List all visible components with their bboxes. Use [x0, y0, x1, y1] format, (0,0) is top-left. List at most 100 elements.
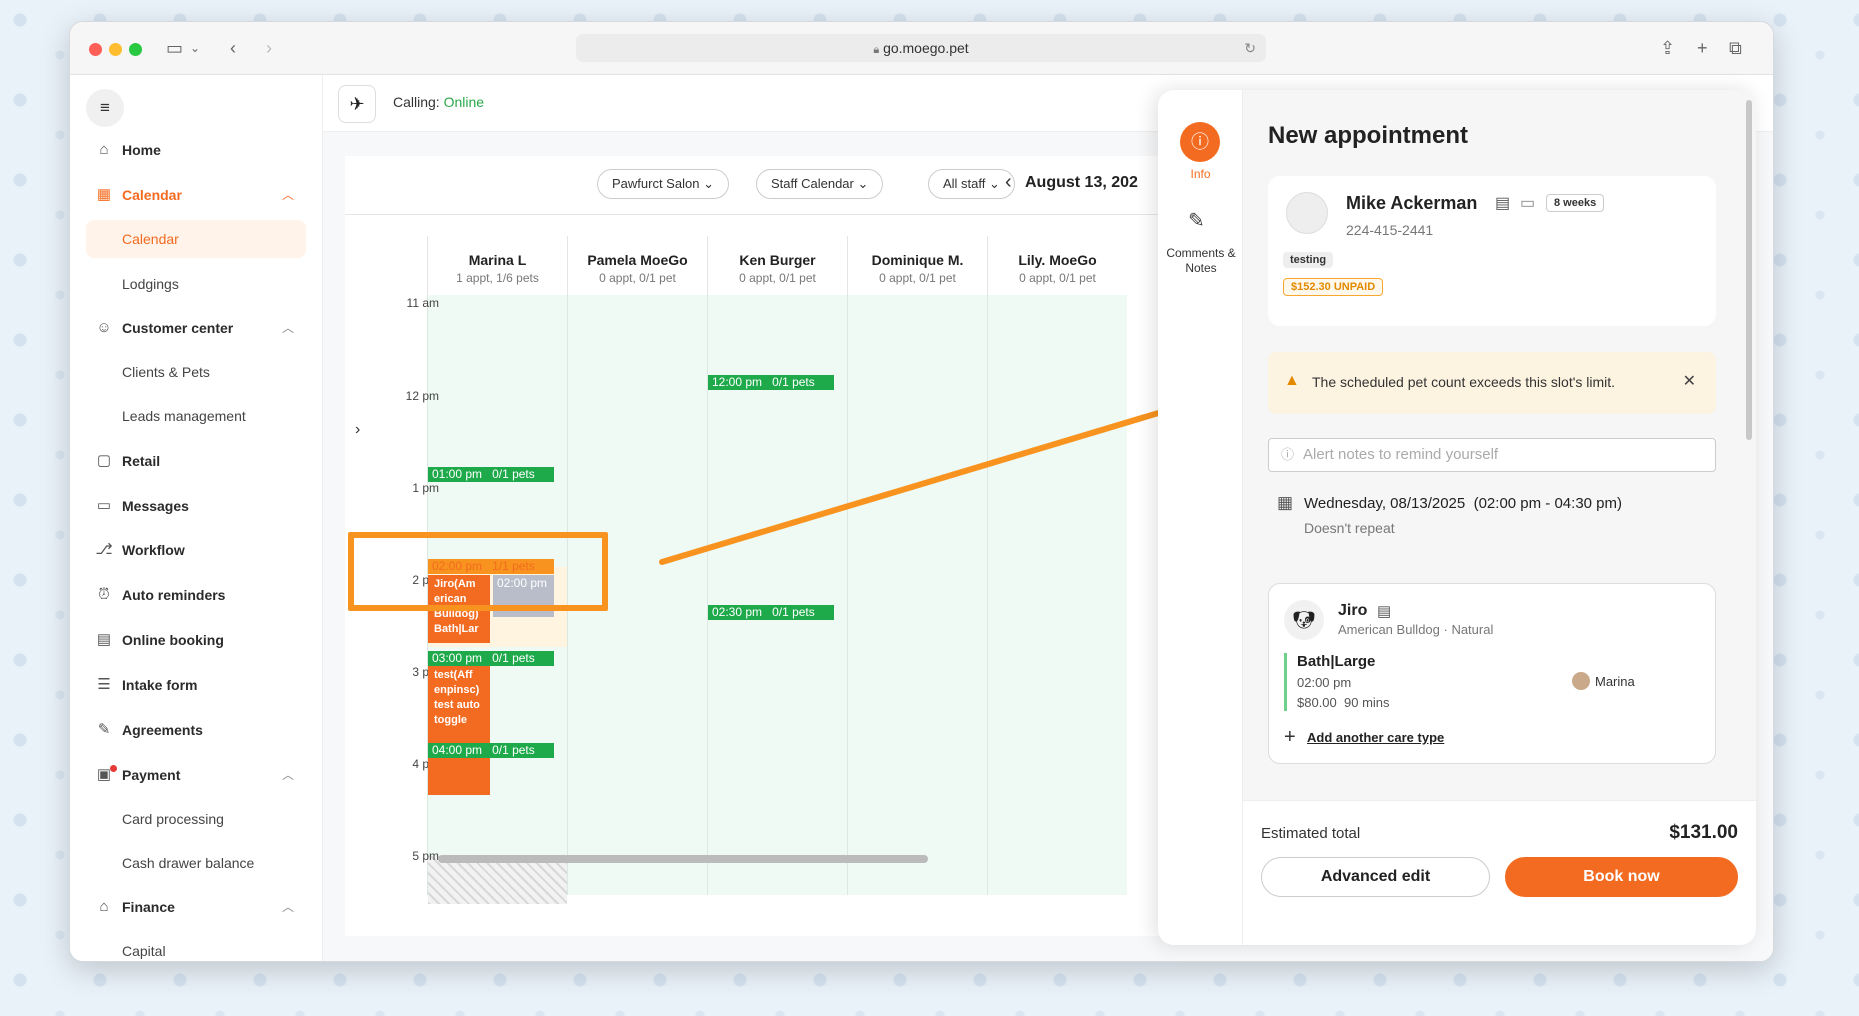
new-tab-icon[interactable]: +	[1697, 36, 1708, 60]
schedule-datetime[interactable]: Wednesday, 08/13/2025 (02:00 pm - 04:30 …	[1304, 495, 1622, 512]
notification-dot	[110, 765, 117, 772]
alert-icon: ⓘ	[1281, 447, 1295, 462]
slot-chip[interactable]: 12:00 pm 0/1 pets	[708, 375, 834, 390]
back-icon[interactable]: ‹	[230, 36, 236, 60]
sidebar-subitem-capital[interactable]: Capital	[86, 932, 306, 961]
appointment-card[interactable]: test(Aff enpinsc) test auto toggle	[428, 666, 490, 795]
sidebar-item-calendar[interactable]: ▦ Calendar ︿	[86, 176, 306, 214]
prev-date-icon[interactable]: ‹	[1005, 171, 1012, 194]
sidebar-subitem-clients-pets[interactable]: Clients & Pets	[86, 353, 306, 391]
alarm-icon: ⏰︎	[98, 586, 110, 603]
sidebar-item-retail[interactable]: ▢ Retail	[86, 442, 306, 480]
calendar-icon: ▦	[96, 186, 112, 203]
staff-header-pamela[interactable]: Pamela MoeGo 0 appt, 0/1 pet	[567, 236, 707, 295]
sidebar-item-customer-center[interactable]: ☺ Customer center ︿	[86, 309, 306, 347]
service-time: 02:00 pm	[1297, 675, 1352, 690]
sidebar-item-messages[interactable]: ▭ Messages	[86, 487, 306, 525]
sidebar-subitem-calendar[interactable]: Calendar	[86, 220, 306, 258]
service-staff[interactable]: Marina	[1595, 674, 1635, 689]
client-tag: testing	[1283, 252, 1334, 268]
share-icon[interactable]: ⇪	[1660, 36, 1675, 60]
staff-column-dominique[interactable]	[847, 295, 987, 895]
horizontal-scrollbar[interactable]	[438, 855, 928, 863]
client-card[interactable]: Mike Ackerman ▤ ▭ 8 weeks 224-415-2441 t…	[1268, 176, 1716, 326]
close-warning-icon[interactable]: ✕	[1683, 371, 1696, 391]
sidebar-item-home[interactable]: ⌂ Home	[86, 131, 306, 169]
sidebar-item-payment[interactable]: ▣ Payment ︿	[86, 756, 306, 794]
chevron-up-icon[interactable]: ︿	[282, 176, 294, 214]
minimize-window-button[interactable]	[109, 43, 122, 56]
sidebar-subitem-cash-drawer[interactable]: Cash drawer balance	[86, 844, 306, 882]
slot-chip[interactable]: 04:00 pm 0/1 pets	[428, 743, 554, 758]
staff-filter[interactable]: All staff ⌄	[928, 169, 1015, 199]
close-window-button[interactable]	[89, 43, 102, 56]
staff-column-lily[interactable]	[987, 295, 1127, 895]
warning-banner: ▲ The scheduled pet count exceeds this s…	[1268, 352, 1716, 414]
info-icon[interactable]: ⓘ	[1180, 122, 1220, 162]
staff-header-lily[interactable]: Lily. MoeGo 0 appt, 0/1 pet	[987, 236, 1127, 295]
drawer-title: New appointment	[1268, 122, 1469, 149]
alert-notes-input[interactable]: ⓘ Alert notes to remind yourself	[1268, 438, 1716, 472]
unavailable-block	[428, 856, 567, 904]
vertical-scrollbar[interactable]	[1746, 100, 1752, 440]
time-label: 5 pm	[412, 849, 439, 863]
sidebar-item-agreements[interactable]: ✎ Agreements	[86, 711, 306, 749]
chevron-up-icon[interactable]: ︿	[282, 756, 294, 794]
sidebar-item-auto-reminders[interactable]: ⏰︎ Auto reminders	[86, 576, 306, 614]
sidebar-item-workflow[interactable]: ⎇ Workflow	[86, 531, 306, 569]
sidebar-item-online-booking[interactable]: ▤ Online booking	[86, 621, 306, 659]
card-icon[interactable]: ▭	[1520, 193, 1535, 213]
drawer-nav-comments[interactable]: Comments & Notes	[1166, 246, 1236, 276]
location-filter[interactable]: Pawfurct Salon ⌄	[597, 169, 729, 199]
pet-service-card[interactable]: 🐶︎ Jiro ▤ American Bulldog · Natural Bat…	[1268, 583, 1716, 764]
warning-icon: ▲	[1284, 372, 1300, 389]
slot-chip[interactable]: 02:30 pm 0/1 pets	[708, 605, 834, 620]
sidebar-subitem-card-processing[interactable]: Card processing	[86, 800, 306, 838]
drawer-nav-info[interactable]: Info	[1158, 167, 1243, 181]
message-icon: ▭	[96, 497, 112, 514]
menu-icon[interactable]: ≡	[86, 89, 124, 127]
chevron-up-icon[interactable]: ︿	[282, 309, 294, 347]
sidebar-subitem-lodgings[interactable]: Lodgings	[86, 265, 306, 303]
chevron-up-icon[interactable]: ︿	[282, 888, 294, 926]
time-label: 11 am	[406, 296, 439, 310]
staff-header-ken[interactable]: Ken Burger 0 appt, 0/1 pet	[707, 236, 847, 295]
time-label: 12 pm	[405, 389, 439, 403]
add-care-type-link[interactable]: Add another care type	[1307, 730, 1444, 745]
sidebar-item-intake-form[interactable]: ☰ Intake form	[86, 666, 306, 704]
expand-icon[interactable]: ›	[355, 421, 360, 439]
zoom-window-button[interactable]	[129, 43, 142, 56]
forward-icon[interactable]: ›	[266, 36, 272, 60]
unpaid-badge: $152.30 UNPAID	[1283, 278, 1384, 296]
repeat-setting[interactable]: Doesn't repeat	[1304, 520, 1395, 536]
chevron-down-icon[interactable]: ⌄	[190, 36, 200, 60]
reload-icon[interactable]: ↻	[1244, 34, 1256, 62]
payment-icon: ▣	[96, 766, 112, 783]
sidebar: ≡ ⌂ Home ▦ Calendar ︿ Calendar Lodgings …	[70, 75, 323, 961]
home-icon: ⌂	[99, 141, 109, 158]
url-text: go.moego.pet	[883, 40, 969, 56]
staff-header-marina[interactable]: Marina L 1 appt, 1/6 pets	[427, 236, 567, 295]
calendar-view-filter[interactable]: Staff Calendar ⌄	[756, 169, 884, 199]
book-now-button[interactable]: Book now	[1505, 857, 1738, 897]
note-icon[interactable]: ▤	[1377, 602, 1391, 620]
sidebar-toggle-icon[interactable]: ▭	[166, 36, 183, 60]
slot-chip[interactable]: 03:00 pm 0/1 pets	[428, 651, 554, 666]
notes-icon[interactable]: ✎	[1188, 208, 1205, 233]
sidebar-item-finance[interactable]: ⌂ Finance ︿	[86, 888, 306, 926]
bag-icon: ▢	[96, 452, 112, 469]
user-icon: ☺	[96, 319, 112, 336]
tabs-overview-icon[interactable]: ⧉	[1729, 36, 1742, 60]
service-name: Bath|Large	[1297, 653, 1376, 670]
note-icon[interactable]: ▤	[1495, 193, 1510, 213]
address-bar[interactable]: 🔒︎ go.moego.pet ↻	[576, 34, 1266, 62]
booking-icon: ▤	[96, 631, 112, 648]
slot-chip[interactable]: 01:00 pm 0/1 pets	[428, 467, 554, 482]
pen-icon: ✎	[97, 721, 111, 738]
advanced-edit-button[interactable]: Advanced edit	[1261, 857, 1490, 897]
sidebar-subitem-leads[interactable]: Leads management	[86, 397, 306, 435]
divider	[345, 214, 1165, 215]
chevron-down-icon: ⌄	[703, 176, 714, 191]
client-name[interactable]: Mike Ackerman	[1346, 193, 1477, 214]
staff-header-dominique[interactable]: Dominique M. 0 appt, 0/1 pet	[847, 236, 987, 295]
